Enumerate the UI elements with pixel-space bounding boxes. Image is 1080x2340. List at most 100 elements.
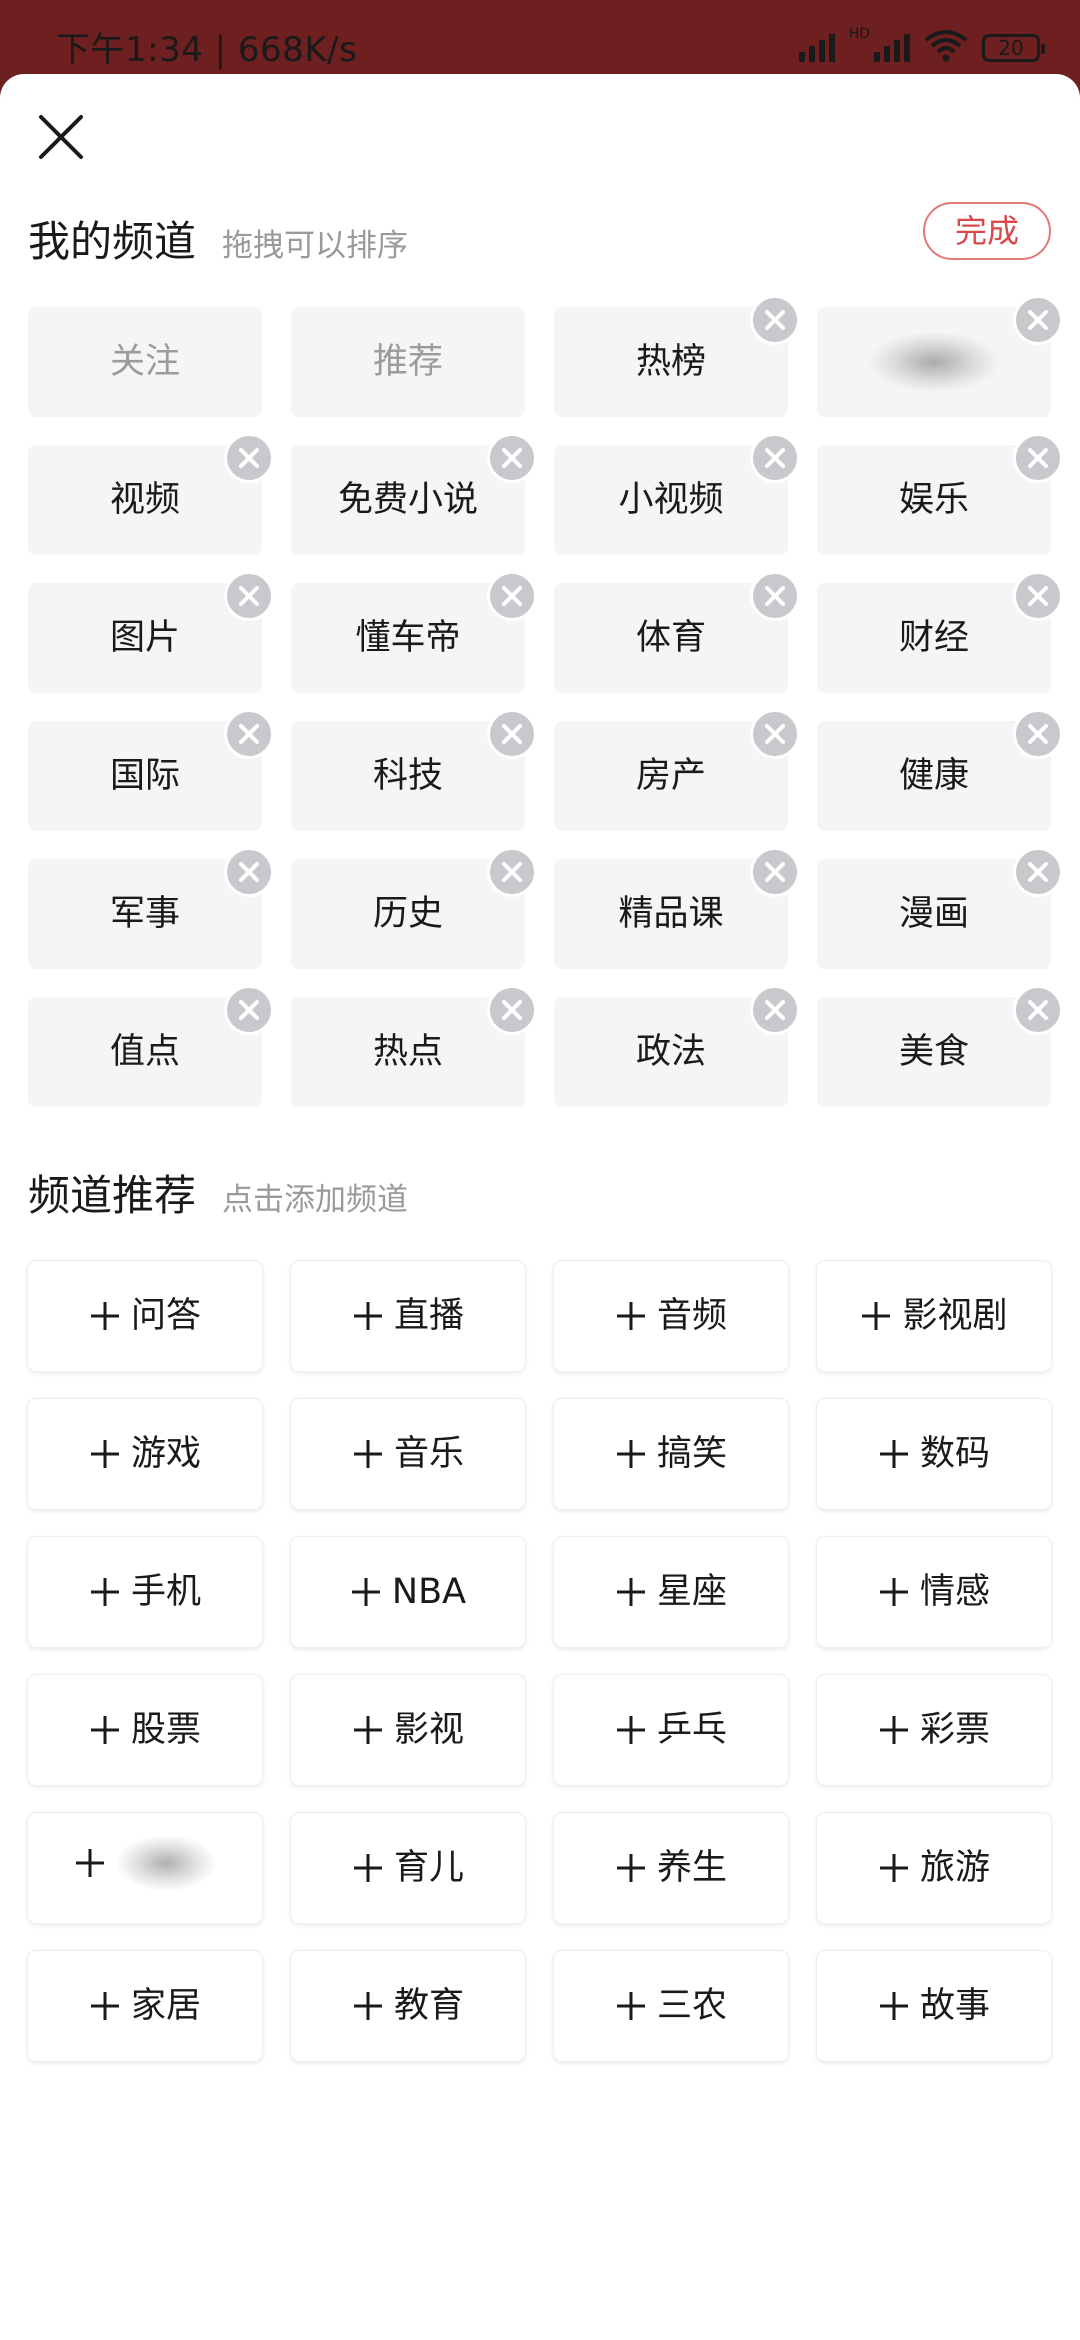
wifi-icon	[924, 30, 968, 62]
remove-channel-button[interactable]	[224, 433, 274, 483]
add-channel-tile[interactable]: 手机	[28, 1537, 262, 1647]
remove-channel-button[interactable]	[224, 571, 274, 621]
plus-icon	[352, 1300, 384, 1332]
my-channel-tile[interactable]: 军事	[28, 847, 274, 969]
add-channel-tile[interactable]: 游戏	[28, 1399, 262, 1509]
my-channel-label: 热点	[372, 1032, 443, 1072]
add-channel-tile[interactable]: 家居	[28, 1951, 262, 2061]
remove-channel-button[interactable]	[750, 433, 800, 483]
add-channel-tile[interactable]: 乒乓	[554, 1675, 788, 1785]
add-channel-tile[interactable]: 音频	[554, 1261, 788, 1371]
plus-icon	[89, 1990, 121, 2022]
my-channel-tile[interactable]: 热榜	[554, 295, 800, 417]
my-channel-tile[interactable]: 科技	[291, 709, 537, 831]
add-channel-tile[interactable]: 音乐	[291, 1399, 525, 1509]
add-channel-tile[interactable]: 教育	[291, 1951, 525, 2061]
my-channel-label: 体育	[635, 618, 706, 658]
add-channel-label: 星座	[656, 1572, 727, 1612]
done-button[interactable]: 完成	[923, 202, 1051, 260]
my-channel-label: 历史	[372, 894, 443, 934]
my-channel-tile[interactable]: 小视频	[554, 433, 800, 555]
remove-channel-button[interactable]	[1013, 847, 1063, 897]
my-channel-tile[interactable]: 健康	[817, 709, 1063, 831]
add-channel-content: 数码	[878, 1399, 990, 1509]
my-channel-tile[interactable]: 财经	[817, 571, 1063, 693]
my-channel-tile[interactable]: 懂车帝	[291, 571, 537, 693]
add-channel-tile[interactable]: NBA	[291, 1537, 525, 1647]
remove-channel-button[interactable]	[1013, 295, 1063, 345]
recommended-title: 频道推荐	[28, 1171, 197, 1220]
remove-channel-button[interactable]	[224, 847, 274, 897]
remove-channel-button[interactable]	[750, 847, 800, 897]
my-channel-tile[interactable]: 历史	[291, 847, 537, 969]
add-channel-tile[interactable]: 星座	[554, 1537, 788, 1647]
my-channel-label: 懂车帝	[355, 618, 461, 658]
add-channel-tile[interactable]: 问答	[28, 1261, 262, 1371]
remove-channel-button[interactable]	[750, 985, 800, 1035]
my-channel-tile[interactable]: 免费小说	[291, 433, 537, 555]
remove-channel-button[interactable]	[487, 985, 537, 1035]
remove-channel-button[interactable]	[487, 847, 537, 897]
remove-channel-button[interactable]	[1013, 709, 1063, 759]
my-channel-tile[interactable]: 精品课	[554, 847, 800, 969]
remove-icon	[1028, 724, 1048, 744]
remove-channel-button[interactable]	[487, 709, 537, 759]
remove-icon	[765, 448, 785, 468]
remove-channel-button[interactable]	[750, 295, 800, 345]
add-channel-tile[interactable]: 影视剧	[817, 1261, 1051, 1371]
add-channel-tile[interactable]: 影视	[291, 1675, 525, 1785]
my-channel-tile[interactable]: 热点	[291, 985, 537, 1107]
add-channel-tile[interactable]: 直播	[291, 1261, 525, 1371]
remove-icon	[502, 724, 522, 744]
add-channel-tile[interactable]: 股票	[28, 1675, 262, 1785]
add-channel-tile[interactable]: 故事	[817, 1951, 1051, 2061]
add-channel-tile[interactable]: 育儿	[291, 1813, 525, 1923]
my-channel-tile[interactable]	[817, 295, 1063, 417]
add-channel-content: 股票	[89, 1675, 201, 1785]
add-channel-tile[interactable]: 彩票	[817, 1675, 1051, 1785]
my-channel-label: 精品课	[618, 894, 724, 934]
remove-channel-button[interactable]	[487, 571, 537, 621]
add-channel-tile[interactable]: 养生	[554, 1813, 788, 1923]
my-channel-tile[interactable]: 值点	[28, 985, 274, 1107]
my-channel-tile[interactable]: 美食	[817, 985, 1063, 1107]
my-channel-tile[interactable]: 图片	[28, 571, 274, 693]
close-button[interactable]	[36, 112, 86, 162]
remove-channel-button[interactable]	[487, 433, 537, 483]
remove-icon	[765, 724, 785, 744]
my-channel-tile[interactable]: 国际	[28, 709, 274, 831]
plus-icon	[352, 1438, 384, 1470]
my-channel-label: 关注	[109, 342, 180, 382]
my-channel-tile[interactable]: 娱乐	[817, 433, 1063, 555]
remove-channel-button[interactable]	[224, 985, 274, 1035]
remove-icon	[239, 862, 259, 882]
add-channel-tile[interactable]	[28, 1813, 262, 1923]
my-channel-tile[interactable]: 推荐	[291, 307, 525, 417]
my-channel-tile[interactable]: 房产	[554, 709, 800, 831]
remove-channel-button[interactable]	[1013, 571, 1063, 621]
remove-channel-button[interactable]	[224, 709, 274, 759]
my-channel-tile[interactable]: 关注	[28, 307, 262, 417]
my-channel-tile[interactable]: 政法	[554, 985, 800, 1107]
my-channel-label: 财经	[898, 618, 969, 658]
add-channel-content: 影视剧	[860, 1261, 1008, 1371]
add-channel-tile[interactable]: 情感	[817, 1537, 1051, 1647]
add-channel-tile[interactable]: 搞笑	[554, 1399, 788, 1509]
remove-channel-button[interactable]	[1013, 433, 1063, 483]
add-channel-label: 搞笑	[656, 1434, 727, 1474]
add-channel-content: 影视	[352, 1675, 464, 1785]
my-channel-tile[interactable]: 体育	[554, 571, 800, 693]
remove-icon	[239, 448, 259, 468]
remove-icon	[239, 1000, 259, 1020]
add-channel-tile[interactable]: 旅游	[817, 1813, 1051, 1923]
add-channel-tile[interactable]: 数码	[817, 1399, 1051, 1509]
my-channel-tile[interactable]: 漫画	[817, 847, 1063, 969]
my-channel-tile[interactable]: 视频	[28, 433, 274, 555]
remove-channel-button[interactable]	[750, 571, 800, 621]
remove-channel-button[interactable]	[750, 709, 800, 759]
add-channel-label: 彩票	[919, 1710, 990, 1750]
add-channel-tile[interactable]: 三农	[554, 1951, 788, 2061]
add-channel-content: 旅游	[878, 1813, 990, 1923]
add-channel-content: 问答	[89, 1261, 201, 1371]
remove-channel-button[interactable]	[1013, 985, 1063, 1035]
